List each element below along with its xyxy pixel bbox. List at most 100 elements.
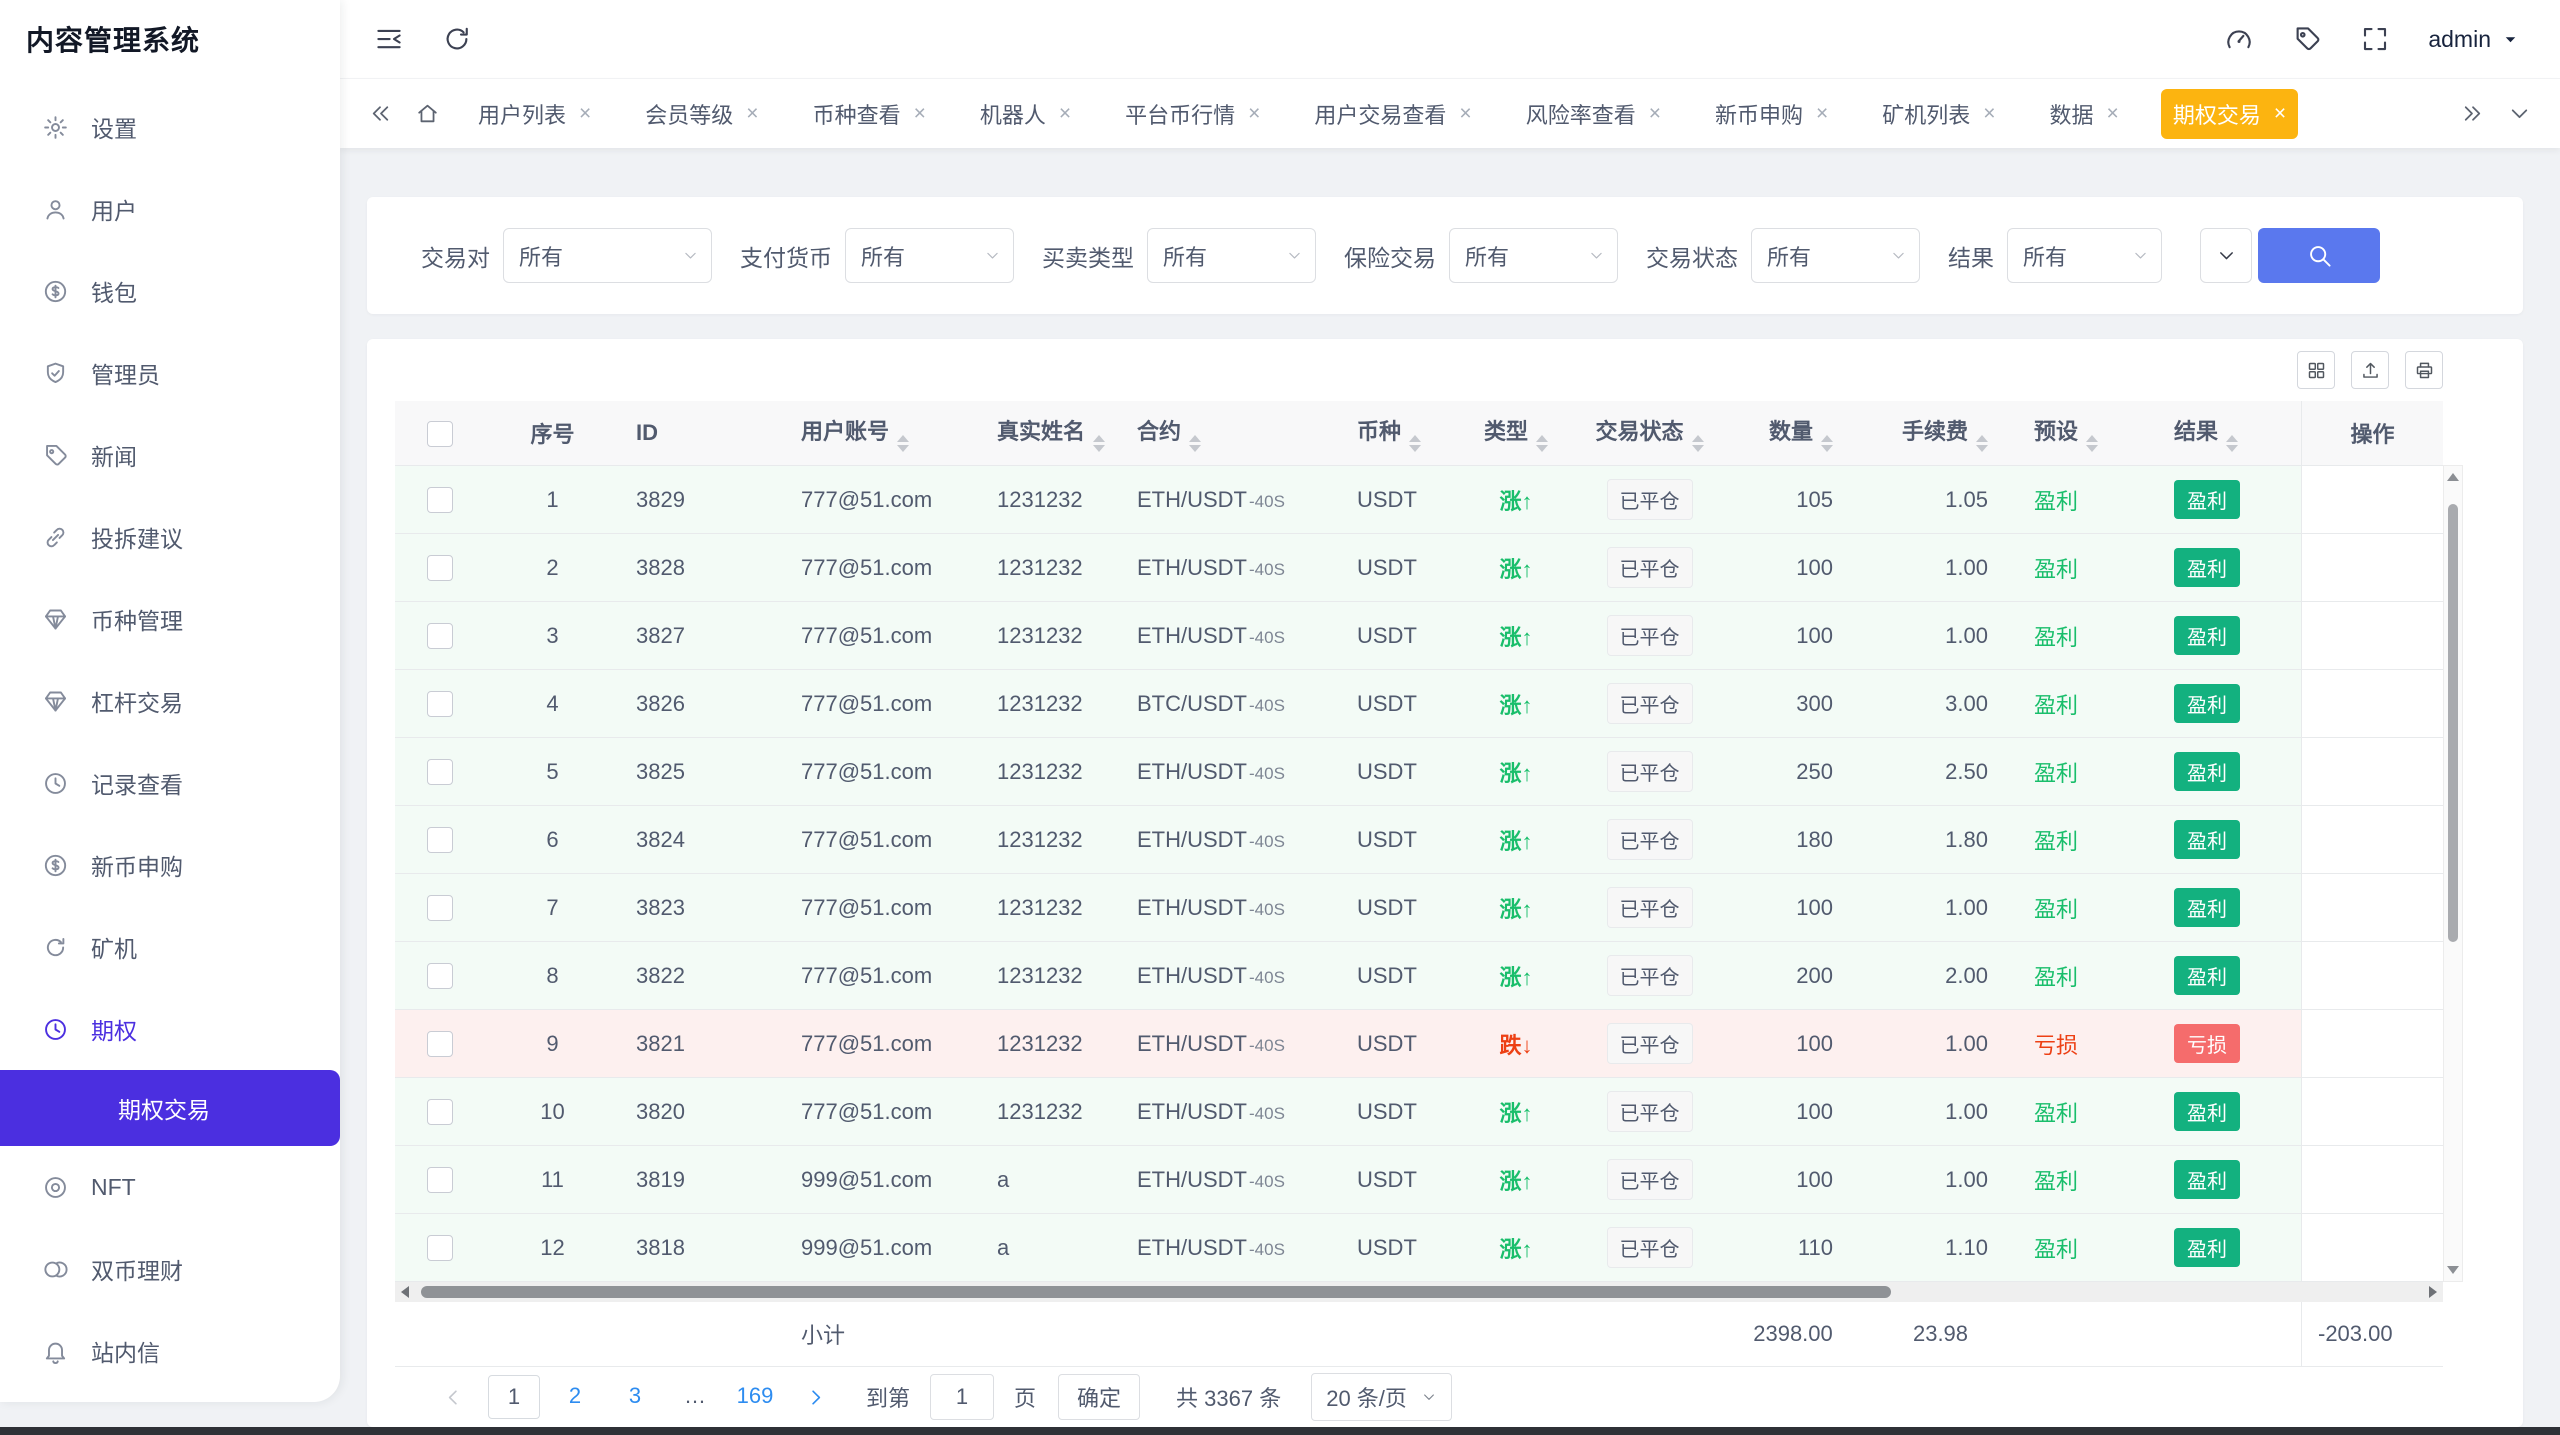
row-checkbox[interactable] — [427, 963, 453, 989]
sidebar-item[interactable]: 新币申购 — [0, 824, 340, 906]
row-checkbox[interactable] — [427, 487, 453, 513]
column-header-account[interactable]: 用户账号 — [785, 401, 981, 466]
column-header-result[interactable]: 结果 — [2158, 401, 2301, 466]
sort-icon — [1189, 435, 1201, 452]
tab-item[interactable]: 币种查看× — [801, 89, 938, 139]
row-checkbox[interactable] — [427, 691, 453, 717]
tab-close-icon[interactable]: × — [2107, 103, 2119, 124]
sidebar-item[interactable]: 矿机 — [0, 906, 340, 988]
tab-item[interactable]: 数据× — [2038, 89, 2131, 139]
search-button[interactable] — [2258, 228, 2380, 283]
sidebar-item[interactable]: NFT — [0, 1146, 340, 1228]
column-header-coin[interactable]: 币种 — [1341, 401, 1456, 466]
filter-select[interactable]: 所有 — [845, 228, 1014, 283]
refresh-icon[interactable] — [442, 24, 472, 54]
export-button[interactable] — [2351, 351, 2389, 389]
tab-item[interactable]: 机器人× — [968, 89, 1083, 139]
sidebar-item[interactable]: 币种管理 — [0, 578, 340, 660]
tab-close-icon[interactable]: × — [914, 103, 926, 124]
row-checkbox[interactable] — [427, 1031, 453, 1057]
jump-page-input[interactable] — [930, 1374, 994, 1420]
row-checkbox[interactable] — [427, 895, 453, 921]
scroll-right-icon[interactable] — [2425, 1284, 2441, 1300]
home-tab-icon[interactable] — [415, 101, 440, 126]
sidebar-item[interactable]: 设置 — [0, 86, 340, 168]
table-vertical-scrollbar[interactable] — [2443, 465, 2463, 1282]
print-button[interactable] — [2405, 351, 2443, 389]
select-all-checkbox[interactable] — [427, 421, 453, 447]
tab-close-icon[interactable]: × — [1649, 103, 1661, 124]
page-button[interactable]: 169 — [730, 1375, 780, 1417]
sidebar-item[interactable]: 杠杆交易 — [0, 660, 340, 742]
tab-close-icon[interactable]: × — [579, 103, 591, 124]
filter-select[interactable]: 所有 — [1751, 228, 1920, 283]
sidebar-item[interactable]: 管理员 — [0, 332, 340, 414]
page-button[interactable]: 3 — [610, 1375, 660, 1417]
row-checkbox[interactable] — [427, 1235, 453, 1261]
sidebar-item[interactable]: 期权 — [0, 988, 340, 1070]
tab-item[interactable]: 风险率查看× — [1514, 89, 1673, 139]
scroll-down-icon[interactable] — [2444, 1261, 2462, 1279]
row-checkbox[interactable] — [427, 759, 453, 785]
column-header-qty[interactable]: 数量 — [1723, 401, 1863, 466]
tab-item[interactable]: 矿机列表× — [1870, 89, 2007, 139]
tabs-menu-icon[interactable] — [2507, 101, 2532, 126]
tabs-scroll-left-icon[interactable] — [368, 101, 393, 126]
tag-icon[interactable] — [2292, 24, 2322, 54]
scroll-left-icon[interactable] — [397, 1284, 413, 1300]
confirm-button[interactable]: 确定 — [1058, 1374, 1140, 1420]
filter-select[interactable]: 所有 — [1147, 228, 1316, 283]
filter-select[interactable]: 所有 — [1449, 228, 1618, 283]
vertical-scrollbar-thumb[interactable] — [2448, 504, 2458, 942]
sidebar-item[interactable]: 投拆建议 — [0, 496, 340, 578]
sidebar-item[interactable]: 记录查看 — [0, 742, 340, 824]
tab-item[interactable]: 会员等级× — [633, 89, 770, 139]
page-button[interactable]: 2 — [550, 1375, 600, 1417]
row-checkbox[interactable] — [427, 1099, 453, 1125]
row-checkbox[interactable] — [427, 1167, 453, 1193]
sidebar-subitem[interactable]: 期权交易 — [0, 1070, 340, 1146]
column-header-type[interactable]: 类型 — [1456, 401, 1576, 466]
tabs-scroll-right-icon[interactable] — [2460, 101, 2485, 126]
row-checkbox[interactable] — [427, 555, 453, 581]
tab-close-icon[interactable]: × — [1059, 103, 1071, 124]
collapse-filters-button[interactable] — [2200, 228, 2252, 283]
fullscreen-icon[interactable] — [2360, 24, 2390, 54]
sidebar-item[interactable]: 新闻 — [0, 414, 340, 496]
menu-fold-icon[interactable] — [374, 24, 404, 54]
gauge-icon[interactable] — [2224, 24, 2254, 54]
column-header-contract[interactable]: 合约 — [1121, 401, 1341, 466]
tab-close-icon[interactable]: × — [746, 103, 758, 124]
page-button[interactable]: 1 — [488, 1375, 540, 1419]
row-checkbox[interactable] — [427, 827, 453, 853]
table-horizontal-scrollbar[interactable] — [395, 1282, 2443, 1302]
page-size-select[interactable]: 20 条/页 — [1311, 1373, 1452, 1421]
horizontal-scrollbar-thumb[interactable] — [421, 1286, 1891, 1298]
columns-button[interactable] — [2297, 351, 2335, 389]
sidebar-item[interactable]: 钱包 — [0, 250, 340, 332]
scroll-up-icon[interactable] — [2444, 468, 2462, 486]
tab-item[interactable]: 新币申购× — [1703, 89, 1840, 139]
tab-close-icon[interactable]: × — [1816, 103, 1828, 124]
column-header-preset[interactable]: 预设 — [2018, 401, 2158, 466]
prev-page-button[interactable] — [428, 1376, 478, 1418]
next-page-button[interactable] — [790, 1376, 840, 1418]
sidebar-item[interactable]: 双币理财 — [0, 1228, 340, 1310]
tab-close-icon[interactable]: × — [1248, 103, 1260, 124]
filter-select[interactable]: 所有 — [503, 228, 712, 283]
column-header-name[interactable]: 真实姓名 — [981, 401, 1121, 466]
sidebar-item[interactable]: 站内信 — [0, 1310, 340, 1392]
sidebar-item[interactable]: 用户 — [0, 168, 340, 250]
column-header-fee[interactable]: 手续费 — [1863, 401, 2018, 466]
tab-close-icon[interactable]: × — [2274, 103, 2286, 124]
tab-item[interactable]: 用户交易查看× — [1302, 89, 1483, 139]
tab-item[interactable]: 平台币行情× — [1113, 89, 1272, 139]
user-menu[interactable]: admin — [2428, 26, 2520, 53]
row-checkbox[interactable] — [427, 623, 453, 649]
tab-item[interactable]: 期权交易× — [2161, 89, 2298, 139]
tab-close-icon[interactable]: × — [1459, 103, 1471, 124]
tab-close-icon[interactable]: × — [1983, 103, 1995, 124]
column-header-status[interactable]: 交易状态 — [1576, 401, 1723, 466]
tab-item[interactable]: 用户列表× — [466, 89, 603, 139]
filter-select[interactable]: 所有 — [2007, 228, 2162, 283]
